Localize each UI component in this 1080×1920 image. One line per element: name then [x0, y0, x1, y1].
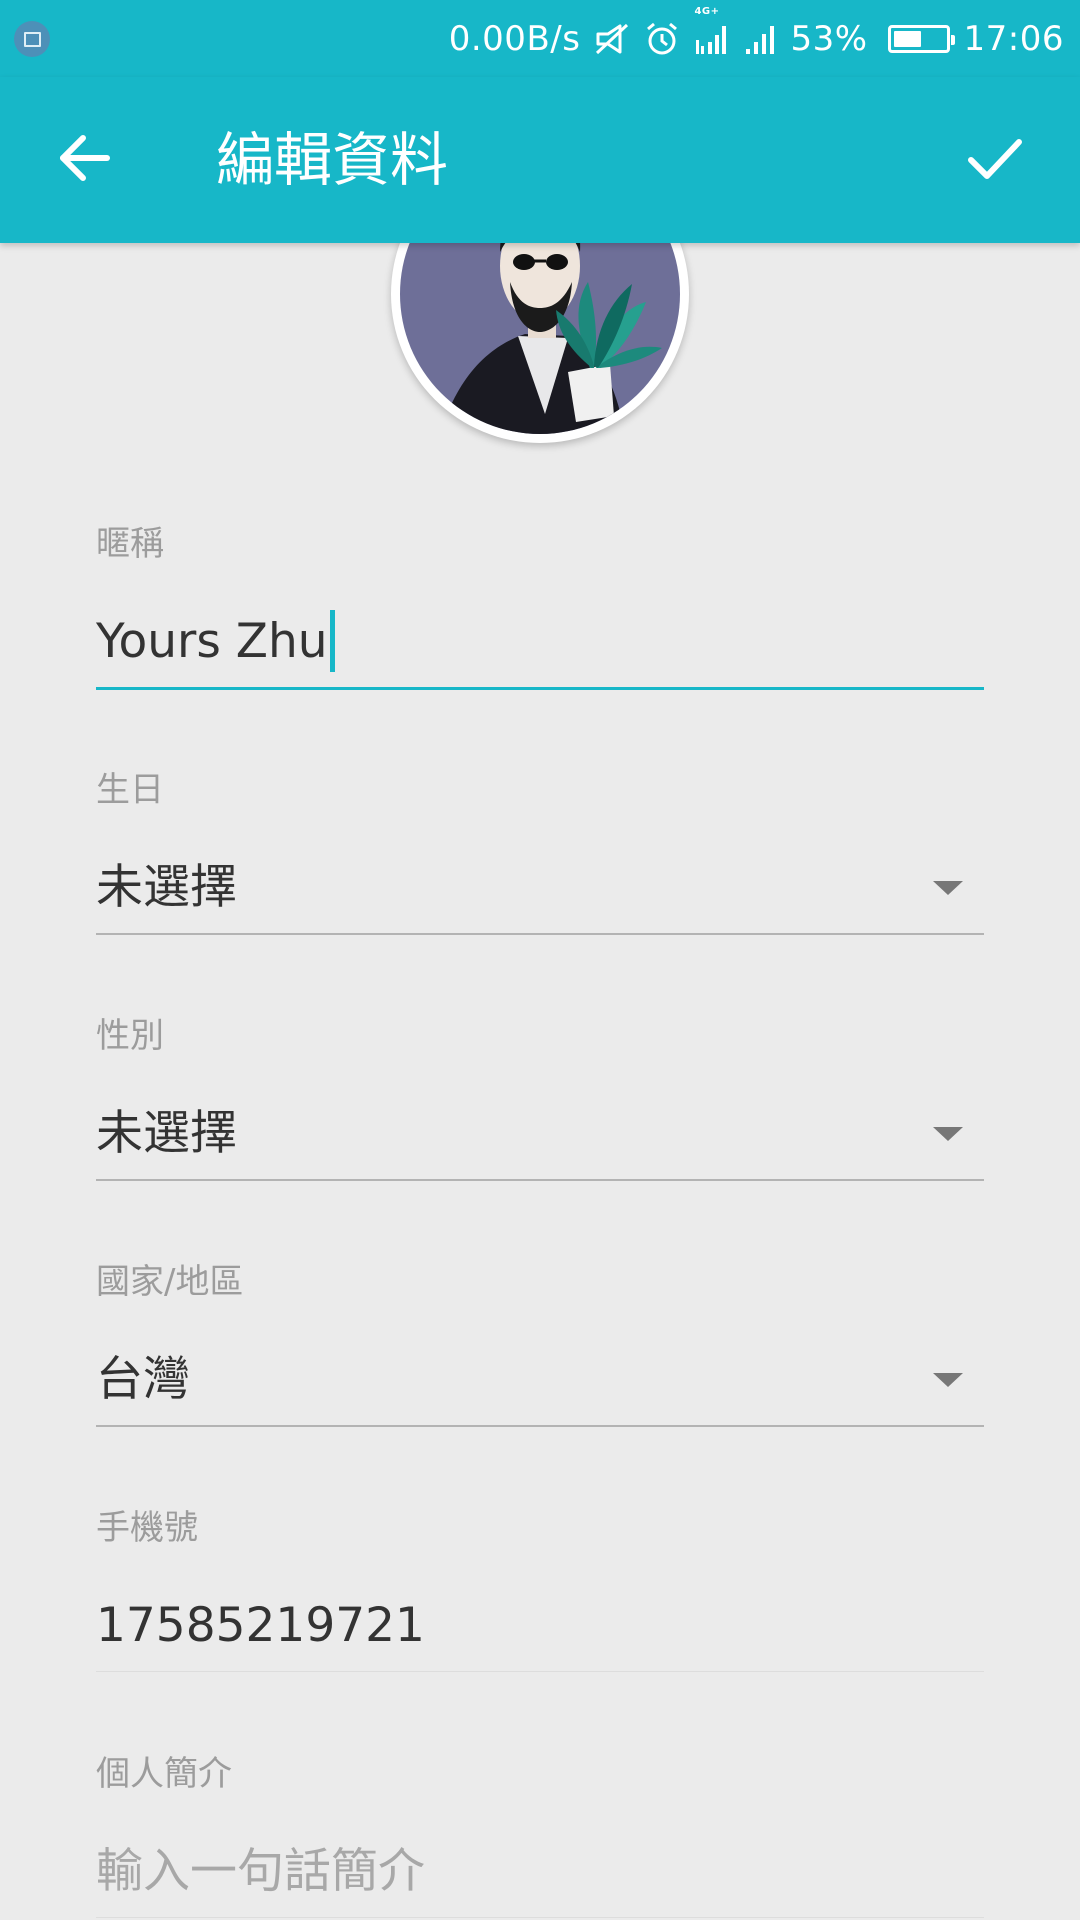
check-icon — [968, 139, 1022, 179]
text-cursor — [329, 609, 335, 672]
region-select[interactable]: 台灣 — [96, 1340, 190, 1420]
phone-value: 17585219721 — [96, 1598, 425, 1653]
dropdown-arrow-icon[interactable] — [933, 881, 963, 895]
screenshot-icon — [14, 21, 50, 57]
battery-icon — [887, 24, 955, 53]
app-bar: 編輯資料 — [0, 77, 1080, 243]
alarm-icon — [647, 22, 678, 54]
birthday-underline — [96, 933, 984, 935]
page-title: 編輯資料 — [216, 126, 449, 194]
clock: 17:06 — [963, 18, 1064, 59]
arrow-left-icon — [60, 135, 110, 181]
nickname-label: 暱稱 — [96, 524, 164, 564]
bio-label: 個人簡介 — [96, 1754, 232, 1794]
nickname-value: Yours Zhu — [96, 614, 328, 669]
birthday-label: 生日 — [96, 770, 164, 810]
bio-underline — [96, 1917, 984, 1918]
network-speed: 0.00B/s — [448, 18, 581, 59]
region-field[interactable]: 國家/地區 台灣 — [96, 1260, 984, 1427]
gender-underline — [96, 1179, 984, 1181]
bio-input[interactable]: 輸入一句話簡介 — [96, 1832, 425, 1912]
gender-select[interactable]: 未選擇 — [96, 1094, 237, 1174]
phone-underline — [96, 1671, 984, 1672]
dropdown-arrow-icon[interactable] — [933, 1373, 963, 1387]
status-indicators: 0.00B/s 4G+ 53% 17:06 — [435, 0, 1064, 77]
gender-field[interactable]: 性別 未選擇 — [96, 1014, 984, 1181]
status-bar: 0.00B/s 4G+ 53% 17:06 — [0, 0, 1080, 77]
nickname-field: 暱稱 Yours Zhu — [96, 522, 984, 690]
birthday-select[interactable]: 未選擇 — [96, 848, 237, 928]
avatar[interactable] — [391, 243, 689, 443]
dropdown-arrow-icon[interactable] — [933, 1127, 963, 1141]
bio-field: 個人簡介 輸入一句話簡介 — [96, 1752, 984, 1918]
gender-label: 性別 — [96, 1016, 164, 1056]
phone-label: 手機號 — [96, 1508, 198, 1548]
nickname-input[interactable]: Yours Zhu — [96, 602, 335, 682]
phone-field: 手機號 17585219721 — [96, 1506, 984, 1672]
battery-percent: 53% — [790, 18, 868, 59]
birthday-field[interactable]: 生日 未選擇 — [96, 768, 984, 935]
network-type-label: 4G+ — [694, 5, 720, 17]
region-underline — [96, 1425, 984, 1427]
profile-form[interactable]: 暱稱 Yours Zhu 生日 未選擇 性別 未選擇 國家/地區 台灣 手機號 … — [0, 243, 1080, 1920]
nickname-underline — [96, 687, 984, 690]
region-label: 國家/地區 — [96, 1262, 244, 1302]
signal-4g-icon: 4G+ — [694, 6, 730, 56]
signal-icon — [746, 25, 775, 54]
save-button[interactable] — [950, 113, 1040, 203]
mute-vibrate-icon — [596, 23, 629, 54]
battery-level — [893, 30, 921, 47]
avatar-image — [400, 243, 680, 434]
back-button[interactable] — [38, 113, 128, 203]
